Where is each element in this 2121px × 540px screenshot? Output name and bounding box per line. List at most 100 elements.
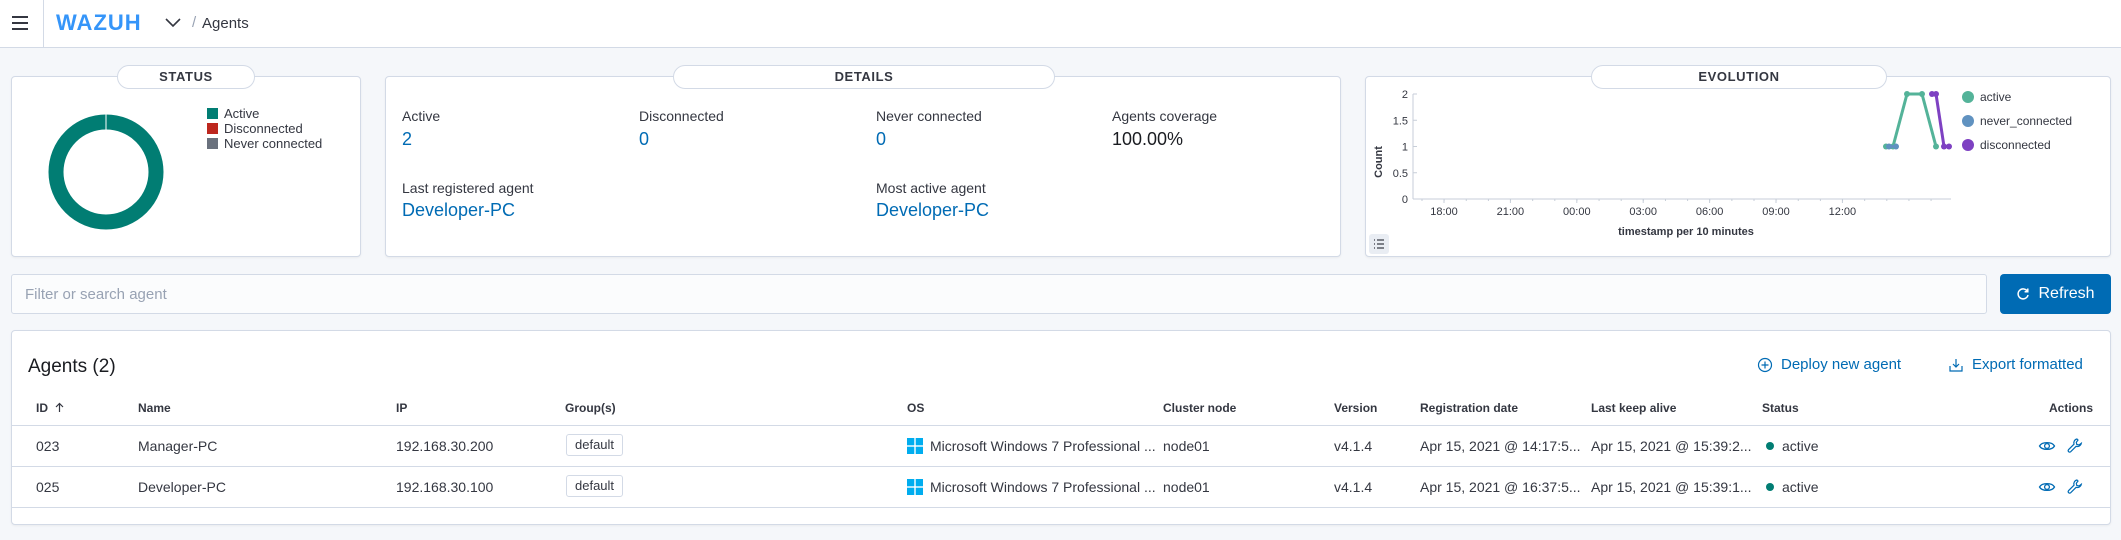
- column-header-registration-date[interactable]: Registration date: [1420, 401, 1518, 415]
- x-tick-label: 03:00: [1629, 206, 1657, 218]
- top-bar: WAZUH / Agents: [0, 0, 2121, 48]
- x-tick-label: 09:00: [1762, 206, 1790, 218]
- legend-active-swatch: [207, 108, 218, 119]
- legend-dot-active: [1962, 91, 1974, 103]
- last-registered-agent-link[interactable]: Developer-PC: [402, 200, 515, 221]
- last-registered-label: Last registered agent: [402, 180, 534, 196]
- status-dot: [1766, 442, 1774, 450]
- never-connected-count-link[interactable]: 0: [876, 129, 886, 150]
- status-text: active: [1782, 438, 1819, 454]
- legend-toggle-icon[interactable]: [1369, 234, 1389, 254]
- x-tick-label: 18:00: [1430, 206, 1458, 218]
- plus-circle-icon: [1757, 357, 1773, 372]
- x-tick-label: 12:00: [1829, 206, 1857, 218]
- wrench-icon[interactable]: [2066, 478, 2084, 496]
- series-line-active: [1886, 92, 1938, 148]
- export-icon: [1949, 358, 1963, 372]
- coverage-label: Agents coverage: [1112, 108, 1218, 124]
- details-panel-title: DETAILS: [673, 65, 1055, 89]
- cell-status: active: [1766, 438, 1819, 454]
- cell-registration-date: Apr 15, 2021 @ 14:17:5...: [1420, 438, 1581, 454]
- wrench-icon[interactable]: [2066, 437, 2084, 455]
- refresh-button[interactable]: Refresh: [2000, 274, 2111, 314]
- y-tick-label: 0.5: [1393, 168, 1408, 180]
- x-tick-label: 00:00: [1563, 206, 1591, 218]
- data-point-disconnected: [1946, 143, 1952, 150]
- cell-registration-date: Apr 15, 2021 @ 16:37:5...: [1420, 479, 1581, 495]
- legend-active[interactable]: Active: [207, 106, 259, 121]
- legend-dot-disconnected: [1962, 139, 1974, 151]
- evolution-panel: EVOLUTION Count timestamp per 10 minutes…: [1365, 65, 2111, 257]
- column-header-status[interactable]: Status: [1762, 401, 1799, 415]
- wazuh-logo[interactable]: WAZUH: [56, 10, 142, 36]
- most-active-agent-link[interactable]: Developer-PC: [876, 200, 989, 221]
- column-header-name[interactable]: Name: [138, 401, 171, 415]
- group-badge[interactable]: default: [566, 434, 624, 456]
- legend-label-active[interactable]: active: [1980, 90, 2012, 104]
- deploy-new-agent-link[interactable]: Deploy new agent: [1757, 356, 1901, 373]
- y-tick-label: 0: [1402, 194, 1408, 206]
- group-badge[interactable]: default: [566, 475, 624, 497]
- column-header-last-keep-alive[interactable]: Last keep alive: [1591, 401, 1676, 415]
- refresh-icon: [2017, 288, 2030, 300]
- disconnected-count-link[interactable]: 0: [639, 129, 649, 150]
- legend-disconnected[interactable]: Disconnected: [207, 121, 303, 136]
- cell-os: Microsoft Windows 7 Professional ...: [930, 479, 1156, 495]
- cell-name: Developer-PC: [138, 479, 226, 495]
- cell-id: 025: [36, 479, 60, 495]
- column-header-ip[interactable]: IP: [396, 401, 407, 415]
- coverage-value: 100.00%: [1112, 129, 1184, 149]
- cell-ip: 192.168.30.100: [396, 479, 494, 495]
- legend-disconnected-swatch: [207, 123, 218, 134]
- header-divider: [43, 0, 44, 48]
- y-tick-label: 1.5: [1393, 115, 1408, 127]
- table-row[interactable]: 023 Manager-PC 192.168.30.200 default Mi…: [11, 426, 2111, 467]
- y-tick-label: 2: [1402, 89, 1408, 101]
- status-dot: [1766, 483, 1774, 491]
- cell-cluster-node: node01: [1163, 479, 1210, 495]
- active-count-link[interactable]: 2: [402, 129, 412, 150]
- y-tick-label: 1: [1402, 142, 1408, 154]
- cell-id: 023: [36, 438, 60, 454]
- legend-label-never_connected[interactable]: never_connected: [1980, 114, 2072, 128]
- column-header-cluster-node[interactable]: Cluster node: [1163, 401, 1236, 415]
- never-connected-label: Never connected: [876, 108, 982, 124]
- cell-os: Microsoft Windows 7 Professional ...: [930, 438, 1156, 454]
- data-point-disconnected: [1933, 91, 1939, 97]
- evolution-chart: Count timestamp per 10 minutes 2 1.5 1 0.5 0…: [1373, 89, 2072, 238]
- chart-series: [1883, 91, 1952, 150]
- export-formatted-link[interactable]: Export formatted: [1948, 356, 2083, 373]
- column-header-id[interactable]: ID: [36, 401, 65, 415]
- column-header-os[interactable]: OS: [907, 401, 924, 415]
- donut-active-arc: [48, 114, 164, 230]
- chart-axes: 2 1.5 1 0.5 0 18:00 21:00 00:00 03:00 06:00 09:00 1…: [1393, 89, 1951, 218]
- cell-ip: 192.168.30.200: [396, 438, 494, 454]
- agents-table-title: Agents (2): [28, 356, 116, 377]
- deploy-new-agent-label: Deploy new agent: [1781, 356, 1902, 373]
- eye-icon[interactable]: [2038, 478, 2056, 496]
- legend-disconnected-label: Disconnected: [224, 121, 303, 136]
- status-donut-chart: [48, 114, 164, 230]
- cell-status: active: [1766, 479, 1819, 495]
- breadcrumb-separator: /: [192, 14, 197, 31]
- x-axis-title: timestamp per 10 minutes: [1618, 226, 1754, 238]
- legend-never-connected[interactable]: Never connected: [207, 136, 322, 151]
- cell-name: Manager-PC: [138, 438, 218, 454]
- chart-legend[interactable]: active never_connected disconnected: [1962, 90, 2072, 152]
- agent-search-input[interactable]: [11, 274, 1987, 314]
- breadcrumb-agents: Agents: [202, 15, 249, 32]
- table-row[interactable]: 025 Developer-PC 192.168.30.100 default …: [11, 467, 2111, 508]
- status-panel: STATUS Active Disconnected Never connect…: [11, 65, 361, 257]
- chevron-down-icon[interactable]: [163, 13, 183, 33]
- x-tick-label: 21:00: [1497, 206, 1525, 218]
- cell-version: v4.1.4: [1334, 479, 1373, 495]
- cell-cluster-node: node01: [1163, 438, 1210, 454]
- legend-label-disconnected[interactable]: disconnected: [1980, 138, 2051, 152]
- menu-icon[interactable]: [12, 16, 28, 30]
- cell-version: v4.1.4: [1334, 438, 1373, 454]
- column-header-version[interactable]: Version: [1334, 401, 1377, 415]
- column-header-groups[interactable]: Group(s): [565, 401, 616, 415]
- details-panel: DETAILS Active 2 Disconnected 0 Never co…: [385, 65, 1341, 257]
- eye-icon[interactable]: [2038, 437, 2056, 455]
- legend-active-label: Active: [224, 106, 260, 121]
